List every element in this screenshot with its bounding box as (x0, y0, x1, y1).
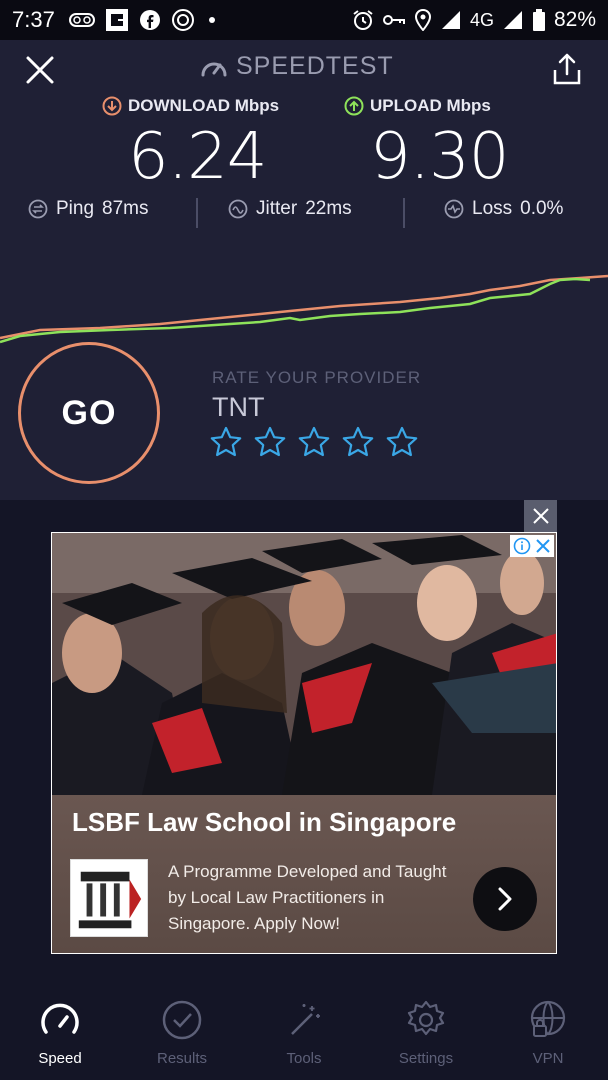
network-type: 4G (469, 9, 494, 30)
loss-stat: Loss 0.0% (444, 198, 563, 220)
ping-stat: Ping 87ms (28, 198, 149, 220)
go-button[interactable]: GO (18, 342, 160, 484)
ping-label: Ping (56, 198, 95, 219)
star-icon[interactable] (210, 426, 242, 458)
ad-close-button[interactable] (524, 500, 557, 532)
app-title: SPEEDTEST (200, 52, 394, 81)
provider-name: TNT (212, 392, 265, 422)
close-icon (532, 508, 549, 524)
download-header: DOWNLOAD Mbps (102, 96, 279, 116)
stats-row: Ping 87ms Jitter 22ms Loss 0.0% (0, 198, 608, 230)
rate-provider-label: RATE YOUR PROVIDER (212, 368, 422, 387)
star-icon[interactable] (298, 426, 330, 458)
gauge-icon (201, 62, 227, 76)
title-text: SPEEDTEST (236, 52, 394, 80)
info-icon[interactable] (513, 537, 531, 555)
gear-icon (407, 1000, 445, 1036)
download-value: 6.24 (128, 120, 267, 194)
voicemail-icon (68, 13, 95, 27)
upload-value: 9.30 (370, 120, 509, 194)
close-icon[interactable] (535, 538, 551, 554)
download-line (0, 274, 608, 340)
nav-label: VPN (532, 1050, 564, 1067)
jitter-value: 22ms (305, 198, 352, 219)
nav-label: Settings (398, 1050, 454, 1067)
speedometer-icon (41, 1003, 79, 1034)
loss-icon (444, 199, 464, 219)
location-icon (414, 9, 431, 31)
close-icon[interactable] (24, 54, 56, 86)
nav-item-speed[interactable]: Speed (5, 998, 115, 1067)
ad-choices[interactable] (510, 535, 554, 557)
facebook-icon (139, 10, 160, 30)
jitter-icon (228, 199, 248, 219)
alarm-icon (353, 10, 373, 30)
nav-label: Speed (38, 1050, 82, 1067)
ad-logo-icon (70, 859, 148, 937)
nav-item-settings[interactable]: Settings (371, 998, 481, 1067)
nav-label: Tools (286, 1050, 322, 1067)
signal-icon (441, 11, 460, 29)
signal-2-icon (503, 11, 522, 29)
download-label: DOWNLOAD Mbps (128, 96, 280, 115)
notification-dot-icon (208, 17, 215, 23)
loss-value: 0.0% (520, 198, 564, 219)
bottom-nav: Speed Results Tools Settings VPN (0, 990, 608, 1080)
ping-icon (28, 199, 48, 219)
ad-open-button[interactable] (473, 867, 537, 931)
divider (403, 198, 405, 228)
ad-graduation-photo (52, 533, 556, 795)
star-icon[interactable] (386, 426, 418, 458)
upload-label: UPLOAD Mbps (370, 96, 491, 115)
magic-wand-icon (291, 1004, 320, 1035)
ad-headline[interactable]: LSBF Law School in Singapore (72, 807, 456, 838)
jitter-label: Jitter (256, 198, 298, 219)
battery-percent: 82% (553, 8, 596, 31)
app-g-icon (105, 9, 128, 31)
speedtest-panel: SPEEDTEST DOWNLOAD Mbps UPLOAD Mbps 6.24… (0, 40, 608, 500)
chevron-right-icon (498, 887, 512, 911)
upload-arrow-icon (344, 96, 364, 116)
nav-item-results[interactable]: Results (127, 998, 237, 1067)
download-arrow-icon (102, 96, 122, 116)
rating-stars (210, 426, 418, 458)
ping-value: 87ms (102, 198, 149, 219)
ad-body-text: A Programme Developed and Taught by Loca… (168, 862, 447, 933)
divider (196, 198, 198, 228)
ad-card[interactable]: LSBF Law School in Singapore A Programme… (51, 532, 557, 954)
share-icon[interactable] (552, 52, 582, 86)
jitter-stat: Jitter 22ms (228, 198, 352, 220)
nav-item-vpn[interactable]: VPN (493, 998, 603, 1067)
status-bar: 7:37 4G 82% (0, 0, 608, 40)
nav-item-tools[interactable]: Tools (249, 998, 359, 1067)
ad-content: LSBF Law School in Singapore A Programme… (52, 795, 556, 953)
app-circle-icon (171, 9, 194, 31)
nav-label: Results (156, 1050, 208, 1067)
star-icon[interactable] (254, 426, 286, 458)
battery-icon (532, 9, 545, 31)
status-time: 7:37 (12, 7, 55, 32)
globe-lock-icon (530, 1000, 566, 1037)
ad-area: LSBF Law School in Singapore A Programme… (0, 500, 608, 990)
check-circle-icon (162, 1000, 202, 1040)
upload-header: UPLOAD Mbps (344, 96, 491, 116)
star-icon[interactable] (342, 426, 374, 458)
vpn-key-icon (382, 15, 405, 25)
loss-label: Loss (472, 198, 513, 219)
